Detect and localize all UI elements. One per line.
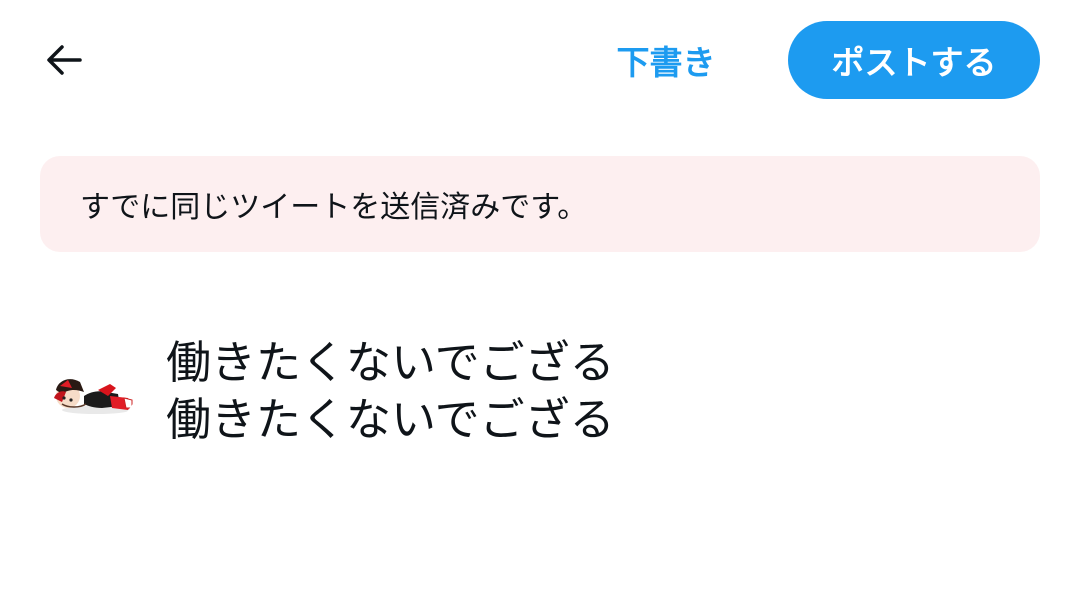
tweet-text-input[interactable]: 働きたくないでござる 働きたくないでござる — [166, 334, 1026, 448]
chibi-character-avatar-image — [54, 379, 133, 414]
post-button[interactable]: ポストする — [788, 21, 1040, 99]
back-button[interactable] — [36, 34, 92, 90]
arrow-left-icon — [44, 40, 84, 84]
tweet-text-line-1: 働きたくないでござる — [166, 336, 615, 389]
tweet-text-line-2: 働きたくないでござる — [166, 393, 615, 446]
duplicate-tweet-error-banner: すでに同じツイートを送信済みです。 — [40, 156, 1040, 252]
drafts-button[interactable]: 下書き — [598, 30, 734, 90]
tweet-compose-screen: 下書き ポストする すでに同じツイートを送信済みです。 働きたくないでござる 働… — [0, 0, 1080, 608]
avatar[interactable] — [40, 328, 140, 428]
error-message: すでに同じツイートを送信済みです。 — [80, 190, 588, 225]
